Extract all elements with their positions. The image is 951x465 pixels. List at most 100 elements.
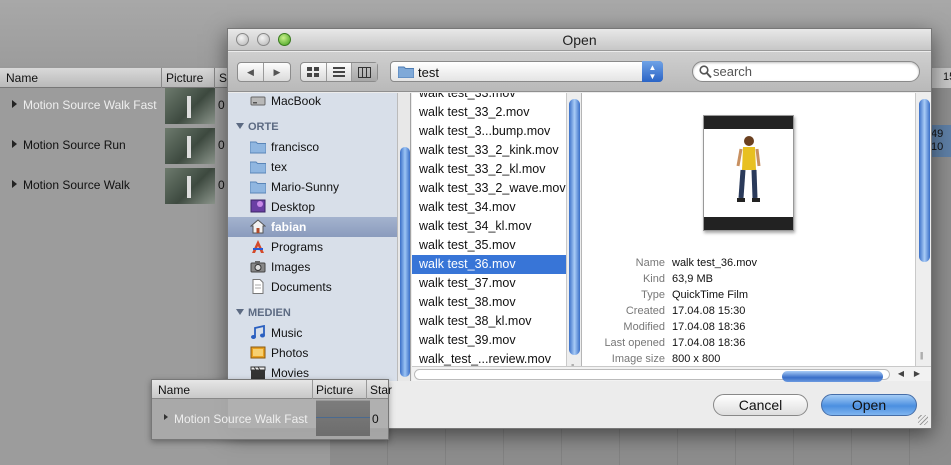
preview-scroll-thumb[interactable] [919,99,930,262]
file-item[interactable]: walk test_38_kl.mov [412,312,566,331]
ghost-motion-name: Motion Source Walk Fast [174,412,308,426]
cancel-button[interactable]: Cancel [713,394,808,416]
section-title: ORTE [248,121,279,133]
sidebar-item-mario-sunny[interactable]: Mario-Sunny [228,177,398,197]
sidebar-scroll-thumb[interactable] [400,147,410,377]
clapperboard-icon [250,366,266,379]
forward-arrow-icon: ▶ [273,66,281,77]
sidebar-item-photos[interactable]: Photos [228,343,398,363]
column-header-name[interactable]: Name [6,71,38,85]
location-popup[interactable]: test ▲ ▼ [390,61,663,82]
file-item[interactable]: walk test_38.mov [412,293,566,312]
motion-name: Motion Source Run [23,138,126,152]
column-resize-grip-icon[interactable]: || [920,351,923,360]
list-view-button[interactable] [327,63,353,81]
icon-view-button[interactable] [301,63,327,81]
dialog-title: Open [562,32,597,48]
meta-key: Type [641,289,665,301]
search-field[interactable] [692,61,920,82]
horizontal-scroll-thumb[interactable] [782,371,883,382]
files-column: walk test_33.mov walk test_33_2.mov walk… [412,93,582,381]
scroll-right-arrow-icon[interactable]: ▶ [910,368,924,380]
sidebar-item-programs[interactable]: Programs [228,237,398,257]
camera-icon [250,261,266,273]
files-scroll-thumb[interactable] [569,99,580,355]
column-header-picture[interactable]: Picture [166,71,203,85]
disclosure-triangle-icon[interactable] [12,140,17,148]
motion-thumbnail [165,128,215,164]
folder-icon [250,181,266,194]
meta-row-created: Created 17.04.08 15:30 [582,305,882,321]
meta-value: 63,9 MB [672,273,713,285]
sidebar-item-documents[interactable]: Documents [228,277,398,297]
disclosure-triangle-icon[interactable] [12,100,17,108]
drag-preview-header: Name Picture Star [152,380,392,399]
scroll-left-arrow-icon[interactable]: ◀ [894,368,908,380]
music-note-icon [251,325,265,339]
meta-row-type: Type QuickTime Film [582,289,882,305]
sidebar-item-images[interactable]: Images [228,257,398,277]
file-item[interactable]: walk test_33_2_kink.mov [412,141,566,160]
back-arrow-icon: ◀ [247,66,254,77]
hard-drive-icon [250,96,266,106]
file-item[interactable]: walk test_33_2.mov [412,103,566,122]
sidebar-item-fabian[interactable]: fabian [228,217,398,237]
motion-thumbnail [165,88,215,124]
popup-arrows-icon: ▲ ▼ [642,61,663,82]
sidebar-item-tex[interactable]: tex [228,157,398,177]
sidebar-item-label: MacBook [271,94,322,108]
clip-value-top: 49 [931,128,944,140]
desktop-icon [250,199,266,213]
meta-value: QuickTime Film [672,289,748,301]
sidebar-item-desktop[interactable]: Desktop [228,197,398,217]
dialog-titlebar[interactable]: Open [228,29,931,51]
disclosure-triangle-icon[interactable] [236,123,244,129]
sidebar-section-places[interactable]: ORTE [236,121,279,133]
grid-icon [307,66,320,77]
back-button[interactable]: ◀ [238,63,264,81]
sidebar-item-label: Programs [271,240,324,254]
column-view-button[interactable] [352,63,378,81]
open-dialog: Open ◀ ▶ test ▲ ▼ search MacBook ORTE fr… [227,28,932,429]
file-item[interactable]: walk test_33.mov [412,93,566,103]
disclosure-triangle-icon[interactable] [236,309,244,315]
files-scrollbar[interactable]: || [566,93,581,381]
horizontal-scrollbar[interactable]: ◀ ▶ [412,366,931,382]
meta-row-modified: Modified 17.04.08 18:36 [582,321,882,337]
meta-row-last-opened: Last opened 17.04.08 18:36 [582,337,882,353]
sidebar-item-label: tex [271,160,288,174]
file-item[interactable]: walk test_34_kl.mov [412,217,566,236]
file-item[interactable]: walk test_33_2_kl.mov [412,160,566,179]
view-mode-control [300,62,378,82]
resize-grip-icon[interactable] [918,415,928,425]
meta-value: 800 x 800 [672,353,721,365]
sidebar-section-media[interactable]: MEDIEN [236,307,291,319]
meta-key: Created [625,305,665,317]
file-item[interactable]: walk test_39.mov [412,331,566,350]
sidebar-item-music[interactable]: Music [228,323,398,343]
file-item-selected[interactable]: walk test_36.mov [412,255,566,274]
sidebar-item-francisco[interactable]: francisco [228,137,398,157]
forward-button[interactable]: ▶ [264,63,290,81]
file-item[interactable]: walk test_34.mov [412,198,566,217]
ghost-thumbnail [316,400,370,436]
preview-scrollbar[interactable]: || [915,93,931,381]
search-icon [699,65,712,79]
file-item[interactable]: walk test_35.mov [412,236,566,255]
horizontal-scroll-track[interactable] [414,369,890,382]
file-item[interactable]: walk test_33_2_wave.mov [412,179,566,198]
sidebar-scrollbar[interactable] [397,93,410,381]
meta-value: 17.04.08 18:36 [672,321,746,333]
section-title: MEDIEN [248,307,291,319]
search-input[interactable] [713,63,908,80]
sidebar-item-label: Desktop [271,200,316,214]
file-item[interactable]: walk test_37.mov [412,274,566,293]
file-item[interactable]: walk test_3...bump.mov [412,122,566,141]
dialog-sidebar: MacBook ORTE francisco tex Mario-Sunny D… [228,93,411,381]
document-icon [252,279,264,294]
open-button[interactable]: Open [821,394,917,416]
sidebar-item-macbook[interactable]: MacBook [228,93,398,111]
motion-status: 0 [218,98,225,112]
sidebar-item-label: Music [271,326,303,340]
disclosure-triangle-icon[interactable] [12,180,17,188]
